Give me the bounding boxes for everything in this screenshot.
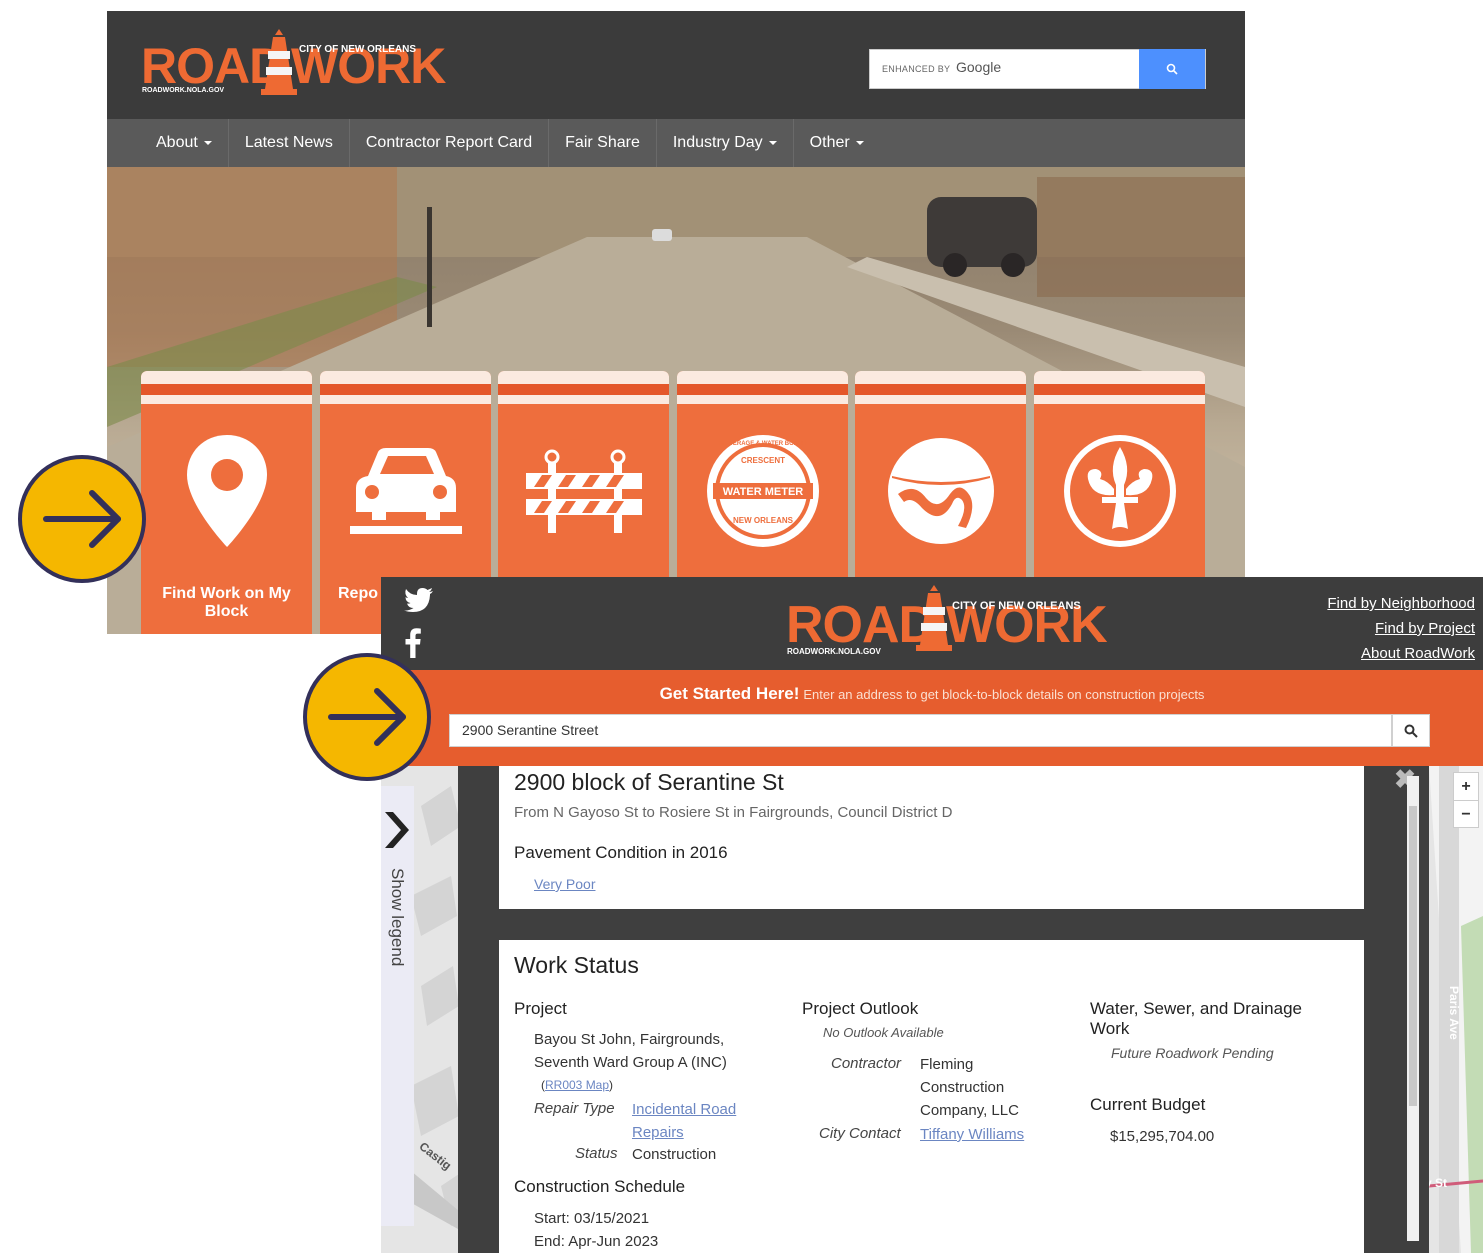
address-search-button[interactable] [1392,714,1430,747]
block-title: 2900 block of Serantine St [514,769,784,795]
link-find-by-neighborhood[interactable]: Find by Neighborhood [1327,591,1475,616]
search-icon [1404,724,1418,738]
status-label: Status [575,1145,618,1162]
drainage-icon [887,438,994,544]
car-pothole-icon [349,448,462,534]
main-nav: About Latest News Contractor Report Card… [107,119,1245,167]
link-about-roadwork[interactable]: About RoadWork [1327,641,1475,666]
block-details-screenshot: ROAD WORK CITY OF NEW ORLEANS ROADWORK.N… [381,577,1483,1253]
project-name-line2: Seventh Ward Group A (INC) [534,1054,727,1071]
nav-fair-share[interactable]: Fair Share [549,119,657,167]
search-button[interactable] [1139,49,1205,89]
tile-find-work[interactable]: Find Work on My Block [141,371,312,634]
outlook-note: No Outlook Available [823,1025,944,1040]
caret-down-icon [203,141,212,145]
pavement-condition-link[interactable]: Very Poor [534,876,595,892]
water-note: Future Roadwork Pending [1111,1045,1274,1061]
contractor-line1: Fleming [920,1056,974,1073]
roadwork-logo[interactable]: ROAD WORK CITY OF NEW ORLEANS ROADWORK.N… [141,29,446,101]
contractor-line2: Construction [920,1079,1005,1096]
block-subtitle: From N Gayoso St to Rosiere St in Fairgr… [514,804,953,821]
svg-text:NEW ORLEANS: NEW ORLEANS [733,516,794,525]
block-info-card: 2900 block of Serantine St From N Gayoso… [499,766,1364,909]
contractor-label: Contractor [831,1055,902,1072]
homepage-screenshot: ROAD WORK CITY OF NEW ORLEANS ROADWORK.N… [107,11,1245,634]
nav-latest-news[interactable]: Latest News [229,119,350,167]
project-map-link: (RR003 Map) [541,1078,614,1092]
schedule-end: End: Apr-Jun 2023 [534,1233,659,1250]
roadwork-logo[interactable]: ROAD WORK CITY OF NEW ORLEANS ROADWORK.N… [786,585,1108,659]
budget-value: $15,295,704.00 [1110,1128,1215,1145]
caret-down-icon [855,141,864,145]
city-contact-link[interactable]: Tiffany Williams [920,1126,1024,1143]
arrow-right-icon [43,490,121,548]
callout-arrow-1 [18,455,146,583]
nav-other[interactable]: Other [794,119,880,167]
legend-toggle[interactable]: Show legend [381,786,414,1226]
contractor-line3: Company, LLC [920,1102,1019,1119]
project-heading: Project [514,999,567,1018]
barricade-icon [525,449,642,533]
water-meter-icon: WATER METER CRESCENT NEW ORLEANS SEWERAG… [706,435,819,547]
street-label-paris-ave: Paris Ave [1447,986,1461,1040]
link-find-by-project[interactable]: Find by Project [1327,616,1475,641]
pavement-heading: Pavement Condition in 2016 [514,843,728,862]
site-header: ROAD WORK CITY OF NEW ORLEANS ROADWORK.N… [381,577,1483,670]
twitter-icon[interactable] [404,588,434,612]
status-value: Construction [632,1146,717,1163]
repair-type-label: Repair Type [534,1100,615,1117]
search-icon [1166,63,1178,75]
water-heading-line1: Water, Sewer, and Drainage [1090,999,1302,1018]
caret-down-icon [768,141,777,145]
work-status-card: Work Status Project Bayou St John, Fairg… [499,940,1364,1253]
repair-type-link-line1[interactable]: Incidental Road [632,1101,736,1118]
nav-contractor-report-card[interactable]: Contractor Report Card [350,119,550,167]
nav-about[interactable]: About [140,119,229,167]
svg-text:SEWERAGE & WATER BOARD: SEWERAGE & WATER BOARD [719,441,807,447]
budget-heading: Current Budget [1090,1095,1206,1114]
facebook-icon[interactable] [405,628,421,658]
schedule-heading: Construction Schedule [514,1177,686,1196]
map-pin-icon [186,435,267,547]
site-header: ROAD WORK CITY OF NEW ORLEANS ROADWORK.N… [107,11,1245,119]
hero-street-photo: Find Work on My Block Repo WATER METER C… [107,167,1245,634]
callout-arrow-2 [303,653,431,781]
map-area[interactable]: Paris Ave Castig y St Show legend 2900 b… [381,766,1483,1253]
map-zoom-control: + − [1453,772,1479,828]
zoom-in-button[interactable]: + [1454,773,1478,801]
svg-text:WATER METER: WATER METER [722,486,803,498]
work-status-heading: Work Status [514,952,639,978]
repair-type-link-line2[interactable]: Repairs [632,1124,684,1141]
project-name-line1: Bayou St John, Fairgrounds, [534,1031,725,1048]
panel-scrollbar[interactable] [1407,776,1419,1241]
arrow-right-icon [328,688,406,746]
address-input[interactable]: 2900 Serantine Street [449,714,1392,747]
water-heading-line2: Work [1090,1019,1130,1038]
schedule-start: Start: 03/15/2021 [534,1210,650,1227]
outlook-heading: Project Outlook [802,999,919,1018]
city-contact-label: City Contact [819,1125,901,1142]
zoom-out-button[interactable]: − [1454,801,1478,828]
fleur-de-lis-icon [1063,435,1176,547]
svg-text:CRESCENT: CRESCENT [740,456,784,465]
chevron-right-icon [385,812,409,848]
header-links: Find by Neighborhood Find by Project Abo… [1327,591,1475,666]
get-started-prompt: Get Started Here! Enter an address to get… [659,684,1205,703]
nav-industry-day[interactable]: Industry Day [657,119,794,167]
